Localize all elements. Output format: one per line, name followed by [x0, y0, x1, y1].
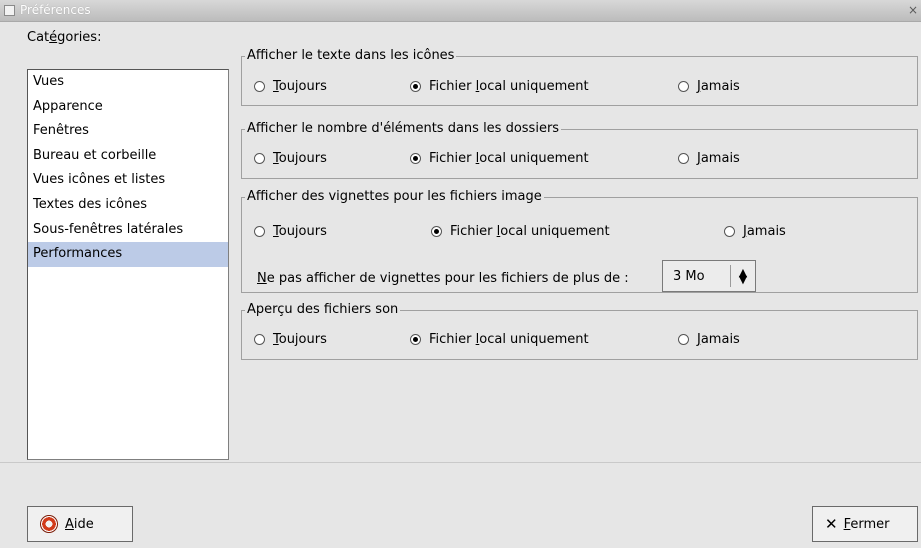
category-item-apparence[interactable]: Apparence: [28, 95, 228, 120]
window-icon: [4, 5, 15, 16]
window-title: Préférences: [20, 3, 91, 17]
radio-circle[interactable]: [678, 81, 689, 92]
category-item-vues[interactable]: Vues: [28, 70, 228, 95]
group-item-count: Afficher le nombre d'éléments dans les d…: [241, 121, 918, 179]
group-thumbnails: Afficher des vignettes pour les fichiers…: [241, 189, 918, 293]
radio-circle[interactable]: [678, 334, 689, 345]
radio-jamais[interactable]: Jamais: [724, 224, 786, 239]
lifebuoy-icon: [40, 515, 58, 533]
radio-circle-selected[interactable]: [410, 81, 421, 92]
categories-list[interactable]: Vues Apparence Fenêtres Bureau et corbei…: [27, 69, 229, 460]
help-button-label: Aide: [65, 516, 94, 532]
title-bar: Préférences ×: [0, 0, 921, 22]
radio-jamais[interactable]: Jamais: [678, 332, 740, 347]
category-item-performances[interactable]: Performances: [28, 242, 228, 267]
thumbnail-size-value: 3 Mo: [673, 268, 705, 284]
radio-toujours[interactable]: Toujours: [254, 79, 327, 94]
close-button-label: Fermer: [843, 516, 890, 532]
category-item-textes-icones[interactable]: Textes des icônes: [28, 193, 228, 218]
radio-fichier-local[interactable]: Fichier local uniquement: [410, 151, 589, 166]
radio-circle[interactable]: [254, 226, 265, 237]
radio-circle-selected[interactable]: [410, 153, 421, 164]
category-item-vues-icones-listes[interactable]: Vues icônes et listes: [28, 168, 228, 193]
group-title: Aperçu des fichiers son: [245, 302, 401, 317]
x-icon: ✕: [825, 515, 838, 533]
thumbnail-size-select[interactable]: 3 Mo ▲ ▼: [662, 260, 756, 292]
category-item-fenetres[interactable]: Fenêtres: [28, 119, 228, 144]
radio-fichier-local[interactable]: Fichier local uniquement: [431, 224, 610, 239]
thumbnail-size-label: Ne pas afficher de vignettes pour les fi…: [257, 271, 629, 286]
radio-circle-selected[interactable]: [431, 226, 442, 237]
radio-circle[interactable]: [254, 334, 265, 345]
radio-toujours[interactable]: Toujours: [254, 151, 327, 166]
radio-fichier-local[interactable]: Fichier local uniquement: [410, 79, 589, 94]
group-title: Afficher le texte dans les icônes: [245, 48, 457, 63]
radio-circle[interactable]: [254, 153, 265, 164]
close-button[interactable]: ✕ Fermer: [812, 506, 918, 542]
group-sound-preview: Aperçu des fichiers son Toujours Fichier…: [241, 302, 918, 360]
radio-jamais[interactable]: Jamais: [678, 79, 740, 94]
radio-jamais[interactable]: Jamais: [678, 151, 740, 166]
radio-fichier-local[interactable]: Fichier local uniquement: [410, 332, 589, 347]
help-button[interactable]: Aide: [27, 506, 133, 542]
radio-circle[interactable]: [724, 226, 735, 237]
radio-toujours[interactable]: Toujours: [254, 224, 327, 239]
radio-toujours[interactable]: Toujours: [254, 332, 327, 347]
radio-circle[interactable]: [254, 81, 265, 92]
radio-circle-selected[interactable]: [410, 334, 421, 345]
categories-label: Catégories:: [27, 30, 102, 45]
group-title: Afficher le nombre d'éléments dans les d…: [245, 121, 562, 136]
category-item-sous-fenetres[interactable]: Sous-fenêtres latérales: [28, 218, 228, 243]
radio-circle[interactable]: [678, 153, 689, 164]
category-item-bureau-corbeille[interactable]: Bureau et corbeille: [28, 144, 228, 169]
spin-arrows-icon[interactable]: ▲ ▼: [731, 267, 755, 285]
close-window-icon[interactable]: ×: [908, 3, 918, 17]
group-text-in-icons: Afficher le texte dans les icônes Toujou…: [241, 48, 918, 106]
group-title: Afficher des vignettes pour les fichiers…: [245, 189, 544, 204]
divider: [0, 462, 921, 463]
